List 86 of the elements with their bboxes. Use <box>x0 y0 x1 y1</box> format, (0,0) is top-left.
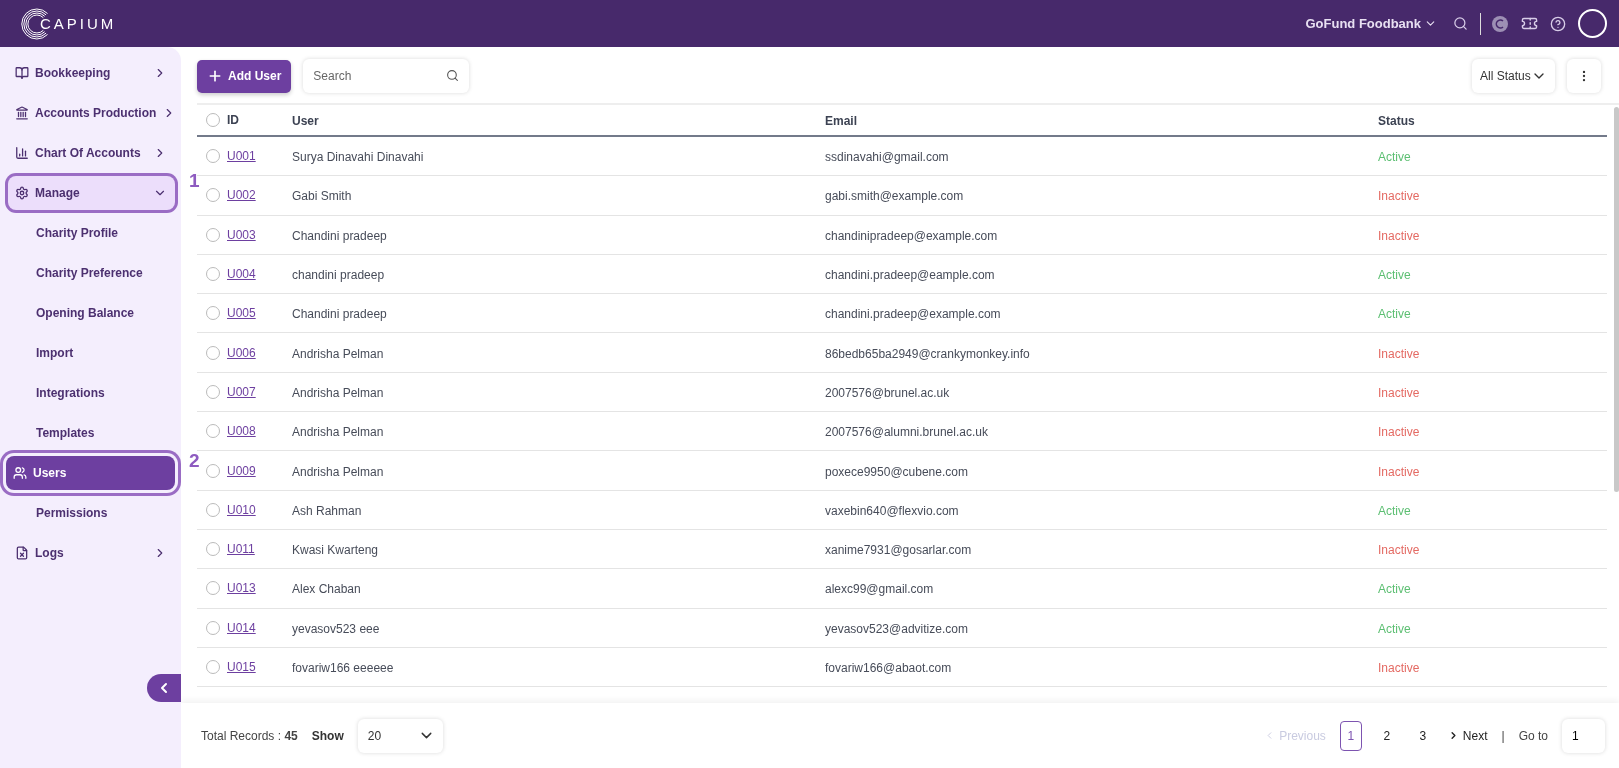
user-id-link[interactable]: U010 <box>227 502 256 517</box>
status-text: Active <box>1378 621 1411 636</box>
user-email: vaxebin640@flexvio.com <box>825 503 959 518</box>
add-user-button[interactable]: Add User <box>197 59 292 93</box>
user-email: 86bedb65ba2949@crankymonkey.info <box>825 346 1030 361</box>
sidebar-item[interactable]: Opening Balance <box>8 296 175 330</box>
status-text: Inactive <box>1378 464 1420 479</box>
user-id-link[interactable]: U015 <box>227 660 256 674</box>
sidebar-item[interactable]: Bookkeeping <box>8 56 175 90</box>
user-email: gabi.smith@example.com <box>825 189 964 204</box>
callout-number: 2 <box>189 450 200 472</box>
user-name: Andrisha Pelman <box>292 464 384 479</box>
user-id-link[interactable]: U007 <box>227 384 256 399</box>
goto-field[interactable]: 1 <box>1562 718 1605 753</box>
user-name: Gabi Smith <box>292 189 352 204</box>
user-name: Surya Dinavahi Dinavahi <box>292 150 424 165</box>
status-text: Inactive <box>1378 189 1420 204</box>
status-text: Inactive <box>1378 228 1420 243</box>
logo-text: CAPIUM <box>40 15 117 32</box>
user-name: Andrisha Pelman <box>292 346 384 361</box>
user-id-link[interactable]: U009 <box>227 463 256 478</box>
column-header: Status <box>1378 114 1415 128</box>
user-id-link[interactable]: U005 <box>227 306 256 321</box>
user-email: yevasov523@advitize.com <box>825 621 968 636</box>
status-text: Inactive <box>1378 346 1420 361</box>
status-text: Active <box>1378 150 1411 165</box>
sidebar-item[interactable]: Charity Preference <box>8 256 175 290</box>
user-email: fovariw166@abaot.com <box>825 661 952 675</box>
goto-label: Go to <box>1518 728 1548 743</box>
user-name: fovariw166 eeeeee <box>292 661 394 675</box>
status-text: Inactive <box>1378 661 1420 675</box>
sidebar-item[interactable]: Import <box>8 336 175 370</box>
user-id-link[interactable]: U001 <box>227 149 256 164</box>
status-text: Inactive <box>1378 543 1420 558</box>
user-id-link[interactable]: U008 <box>227 424 256 439</box>
sidebar-item[interactable]: Chart Of Accounts <box>8 136 175 170</box>
callout-number: 1 <box>189 170 200 192</box>
user-id-link[interactable]: U014 <box>227 620 256 635</box>
show-label: Show <box>311 728 344 743</box>
sidebar-item[interactable]: Permissions <box>8 496 175 530</box>
sidebar-item[interactable]: Charity Profile <box>8 216 175 250</box>
separator: | <box>1501 728 1505 743</box>
user-id-link[interactable]: U006 <box>227 345 256 360</box>
next-button[interactable]: Next <box>1447 728 1488 743</box>
status-text: Inactive <box>1378 385 1420 400</box>
user-email: xanime7931@gosarlar.com <box>825 543 972 558</box>
column-header: ID <box>227 113 239 127</box>
status-text: Inactive <box>1378 425 1420 440</box>
user-email: chandini.pradeep@example.com <box>825 307 1001 322</box>
user-name: Chandini pradeep <box>292 228 387 243</box>
sidebar-item[interactable]: Integrations <box>8 376 175 410</box>
sidebar-item[interactable]: Logs <box>8 536 175 570</box>
sidebar-item[interactable]: Accounts Production <box>8 96 175 130</box>
user-email: chandinipradeep@example.com <box>825 228 998 243</box>
status-text: Active <box>1378 268 1411 283</box>
organisation-selector[interactable]: GoFund Foodbank <box>1305 16 1437 31</box>
sidebar-item[interactable]: Templates <box>8 416 175 450</box>
user-email: poxece9950@cubene.com <box>825 464 968 479</box>
user-name: Kwasi Kwarteng <box>292 543 379 558</box>
user-name: yevasov523 eee <box>292 621 380 636</box>
user-email: alexc99@gmail.com <box>825 582 934 597</box>
user-name: Andrisha Pelman <box>292 425 384 440</box>
page-button[interactable]: 1 <box>1339 720 1362 751</box>
status-filter[interactable]: All Status <box>1472 59 1555 93</box>
page-size-select[interactable]: 20 <box>357 718 443 753</box>
user-name: Alex Chaban <box>292 582 361 597</box>
column-header: User <box>292 114 319 128</box>
user-name: Chandini pradeep <box>292 307 387 322</box>
user-id-link[interactable]: U011 <box>227 542 255 557</box>
user-email: chandini.pradeep@eample.com <box>825 268 995 283</box>
user-id-link[interactable]: U013 <box>227 581 256 596</box>
user-name: Andrisha Pelman <box>292 385 384 400</box>
user-id-link[interactable]: U003 <box>227 227 256 242</box>
user-email: 2007576@alumni.brunel.ac.uk <box>825 425 988 440</box>
column-header: Email <box>825 114 857 128</box>
user-name: Ash Rahman <box>292 503 362 518</box>
user-name: chandini pradeep <box>292 268 385 283</box>
user-id-link[interactable]: U002 <box>227 188 256 203</box>
user-id-link[interactable]: U004 <box>227 267 256 282</box>
status-text: Active <box>1378 582 1411 597</box>
total-records: Total Records : 45 <box>201 728 298 743</box>
search-field[interactable]: Search <box>303 59 470 93</box>
status-text: Active <box>1378 503 1411 518</box>
user-email: ssdinavahi@gmail.com <box>825 150 949 165</box>
status-text: Active <box>1378 307 1411 322</box>
user-email: 2007576@brunel.ac.uk <box>825 385 950 400</box>
